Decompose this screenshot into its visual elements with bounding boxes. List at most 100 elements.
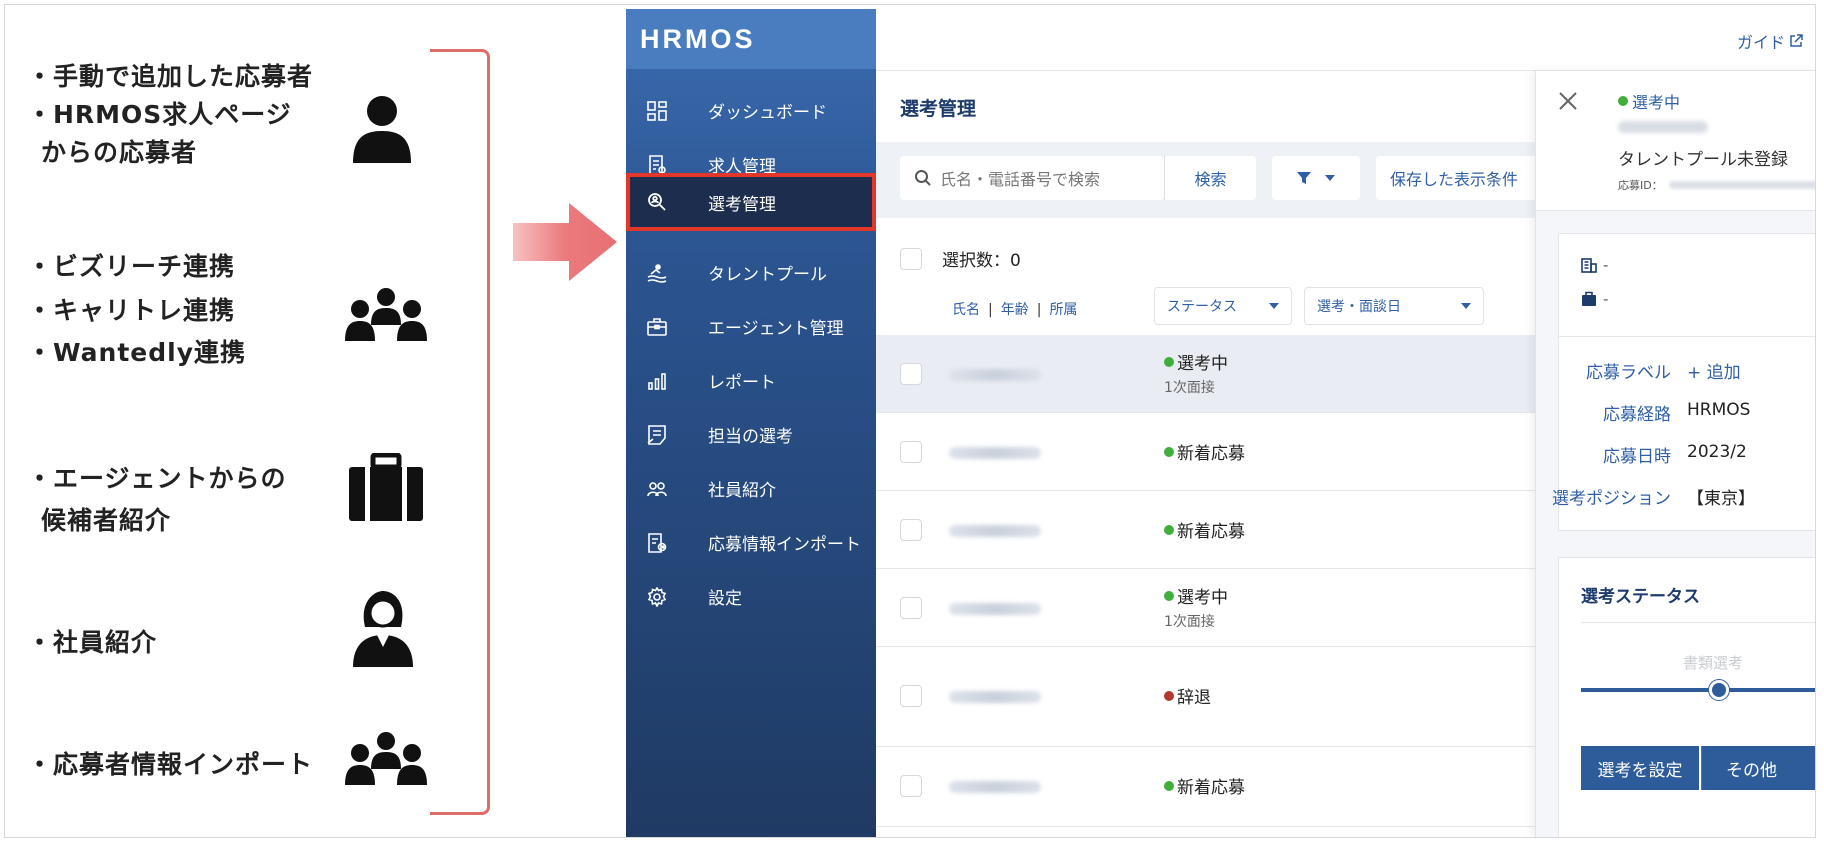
close-icon[interactable] [1558,91,1578,111]
nav-label-referral: 社員紹介 [708,481,776,501]
nav-label-agent: エージェント管理 [708,319,844,339]
nav-label-assigned: 担当の選考 [708,427,793,447]
building-icon [1581,258,1597,273]
status-column-label: ステータス [1167,299,1237,315]
date-column-label: 選考・面談日 [1317,299,1401,315]
row-checkbox[interactable] [900,597,922,619]
company-value: - [1603,256,1609,274]
sort-age[interactable]: 年齢 [1001,302,1029,318]
column-header: 氏名 | 年齢 | 所属 ステータス 選考・面談日 [876,287,1536,327]
step-label: 書類選考 [1683,654,1744,672]
other-button[interactable]: その他 [1701,746,1815,790]
status-dot-green [1164,590,1174,601]
applicant-name-redacted [949,603,1041,615]
detail-status: 選考中 [1618,89,1680,113]
search-person-icon [646,191,668,213]
route-field-name: 応募経路 [1603,405,1671,425]
saved-conditions-button[interactable]: 保存した表示条件 [1376,156,1536,200]
table-row[interactable]: 選考中 1次面接 [876,569,1536,647]
briefcase-small-icon [1582,291,1596,306]
import-icon [646,532,668,554]
applicant-detail-panel: 選考中 タレントプール未登録 応募ID： - - 応募ラベル + 追加 応募経路… [1535,71,1815,837]
status-column-dropdown[interactable]: ステータス [1154,287,1292,325]
logo-bar: HRMOS [626,9,876,69]
talent-pool-status: タレントプール未登録 [1618,150,1788,170]
row-checkbox[interactable] [900,685,922,707]
applicant-name-redacted [949,781,1041,793]
select-all-checkbox[interactable] [900,247,922,270]
page-title: 選考管理 [900,98,977,120]
row-status: 選考中 [1164,349,1228,374]
applicant-name-redacted [949,691,1041,703]
briefcase-icon [349,453,423,521]
applicant-name-redacted [949,447,1041,459]
chevron-down-icon [1269,303,1279,309]
sort-name[interactable]: 氏名 [952,302,980,318]
source-hrmos-page-2: からの応募者 [41,138,198,167]
source-agent-2: 候補者紹介 [41,506,172,535]
table-row[interactable]: 新着応募 [876,491,1536,569]
status-dot-green [1164,524,1174,535]
source-careertrek: ・キャリトレ連携 [27,296,236,325]
date-field-name: 応募日時 [1603,447,1671,467]
status-dot-green [1164,780,1174,791]
set-selection-button[interactable]: 選考を設定 [1581,746,1699,790]
sort-affiliation[interactable]: 所属 [1049,302,1077,318]
row-status-label: 選考中 [1177,588,1228,608]
add-label-button[interactable]: + 追加 [1687,358,1741,383]
hrmos-app: HRMOS ダッシュボード 求人管理 選考管理 タレントプール エージェント管理 [626,9,1815,837]
nav-label-talent-pool: タレントプール [708,265,827,285]
guide-link[interactable]: ガイド [1737,29,1803,53]
applicant-name-redacted [949,369,1041,381]
nav-item-selection[interactable]: 選考管理 [626,173,876,231]
row-status: 選考中 [1164,583,1228,608]
selection-status-card: 選考ステータス 書類選考 選考を設定 その他 [1558,557,1815,837]
gear-icon [646,586,668,608]
detail-name-redacted [1618,121,1708,133]
row-checkbox[interactable] [900,441,922,463]
route-value: HRMOS [1687,400,1751,420]
woman-icon [353,591,413,667]
detail-status-label: 選考中 [1632,93,1681,112]
logo: HRMOS [640,23,756,54]
table-row[interactable]: 選考中 1次面接 [876,335,1536,413]
application-id-redacted [1668,181,1815,189]
detail-header: 選考中 タレントプール未登録 応募ID： [1536,71,1815,211]
row-substatus: 1次面接 [1164,614,1215,630]
label-field-name: 応募ラベル [1586,363,1671,383]
application-id-label: 応募ID： [1618,179,1663,192]
applicant-name-redacted [949,525,1041,537]
search-button[interactable]: 検索 [1164,156,1256,200]
progress-knob[interactable] [1709,680,1729,700]
row-status-label: 選考中 [1177,354,1228,374]
nav-label-settings: 設定 [708,589,742,609]
table-row[interactable]: 新着応募 [876,413,1536,491]
row-checkbox[interactable] [900,775,922,797]
status-dot-green [1164,356,1174,367]
filter-icon [1297,172,1311,184]
row-substatus: 1次面接 [1164,380,1215,396]
nav-label-dashboard: ダッシュボード [708,103,827,123]
row-checkbox[interactable] [900,363,922,385]
selection-status-title: 選考ステータス [1581,587,1700,607]
selected-count: 選択数：0 [942,251,1021,271]
nav-item-settings[interactable]: 設定 [626,565,876,628]
divider [1581,622,1815,623]
filter-button[interactable] [1272,156,1360,200]
application-info-card: - - 応募ラベル + 追加 応募経路 HRMOS 応募日時 2023/2 選考… [1552,233,1815,531]
source-agent: ・エージェントからの [27,464,287,493]
table-row[interactable]: 辞退 [876,647,1536,747]
sidebar: HRMOS ダッシュボード 求人管理 選考管理 タレントプール エージェント管理 [626,9,876,837]
row-checkbox[interactable] [900,519,922,541]
search-input[interactable]: 氏名・電話番号で検索 [900,156,1164,200]
main-area: ガイド 選考管理 氏名・電話番号で検索 検索 保存した表示条件 選択数：0 氏名… [876,9,1815,837]
table-row[interactable]: 新着応募 [876,747,1536,827]
chevron-down-icon [1461,303,1471,309]
progress-track [1581,688,1815,692]
date-column-dropdown[interactable]: 選考・面談日 [1304,287,1484,325]
report-icon [646,370,668,392]
source-explanation: ・手動で追加した応募者 ・HRMOS求人ページ からの応募者 ・ビズリーチ連携 … [5,5,625,837]
external-link-icon [1790,34,1803,47]
people-icon [646,478,668,500]
position-line: - [1581,290,1608,308]
